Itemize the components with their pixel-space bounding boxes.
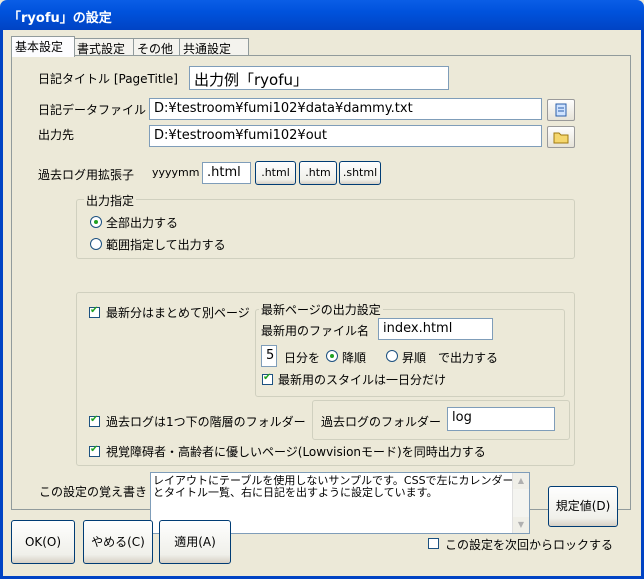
memo-scrollbar[interactable]: ▲ ▼ xyxy=(512,473,529,533)
order-asc-radio[interactable] xyxy=(386,350,398,362)
ext-label: 過去ログ用拡張子 xyxy=(38,168,135,182)
output-dir-field[interactable]: D:¥testroom¥fumi102¥out xyxy=(149,125,542,147)
ext-prefix: yyyymm xyxy=(152,166,200,179)
lowvision-checkbox[interactable] xyxy=(89,444,100,457)
latest-output-label: で出力する xyxy=(438,351,499,365)
output-spec-title: 出力指定 xyxy=(84,192,137,209)
latest-days-field[interactable]: 5 xyxy=(261,345,277,367)
latest-checkbox-label[interactable]: 最新分はまとめて別ページ xyxy=(106,304,250,321)
folder-icon xyxy=(553,132,569,144)
ok-button[interactable]: OK(O) xyxy=(11,520,75,564)
memo-label: この設定の覚え書き xyxy=(39,485,148,499)
diary-title-field[interactable]: 出力例「ryofu」 xyxy=(189,66,449,90)
lock-label[interactable]: この設定を次回からロックする xyxy=(445,536,613,553)
past-folder-label: 過去ログのフォルダー xyxy=(321,415,442,429)
diary-file-label: 日記データファイル xyxy=(38,103,147,117)
ext-field[interactable]: .html xyxy=(202,162,251,184)
latest-settings-title: 最新ページの出力設定 xyxy=(259,301,383,318)
latest-checkbox[interactable] xyxy=(89,305,100,318)
diary-title-label: 日記タイトル [PageTitle] xyxy=(38,72,178,86)
ext-shtml-button[interactable]: .shtml xyxy=(339,161,381,185)
past-folder-checkbox[interactable] xyxy=(89,414,100,427)
file-icon xyxy=(555,103,567,117)
ext-html-button[interactable]: .html xyxy=(255,161,296,185)
scroll-up-icon[interactable]: ▲ xyxy=(513,473,529,489)
cancel-button[interactable]: やめる(C) xyxy=(83,520,153,564)
apply-button[interactable]: 適用(A) xyxy=(159,520,231,564)
order-desc-label[interactable]: 降順 xyxy=(342,349,366,366)
order-asc-label[interactable]: 昇順 xyxy=(402,349,426,366)
diary-file-field[interactable]: D:¥testroom¥fumi102¥data¥dammy.txt xyxy=(149,98,542,120)
tab-panel-basic: 日記タイトル [PageTitle] 出力例「ryofu」 日記データファイル … xyxy=(11,55,631,534)
default-button[interactable]: 規定値(D) xyxy=(548,486,618,527)
output-range-radio[interactable] xyxy=(90,238,102,250)
output-range-label[interactable]: 範囲指定して出力する xyxy=(106,236,226,253)
dialog-body: 基本設定 書式設定 その他 共通設定 日記タイトル [PageTitle] 出力… xyxy=(0,30,644,579)
output-dir-label: 出力先 xyxy=(38,128,75,142)
memo-line-2: とタイトル一覧、右に日記を出すように設定しています。 xyxy=(153,486,438,499)
latest-style-label[interactable]: 最新用のスタイルは一日分だけ xyxy=(278,371,446,388)
output-all-label[interactable]: 全部出力する xyxy=(106,214,178,231)
browse-file-button[interactable] xyxy=(547,99,575,121)
tab-basic[interactable]: 基本設定 xyxy=(11,36,75,57)
output-all-radio[interactable] xyxy=(90,216,102,228)
past-folder-checkbox-label[interactable]: 過去ログは1つ下の階層のフォルダー xyxy=(106,413,306,430)
order-desc-radio[interactable] xyxy=(326,350,338,362)
window-title: 「ryofu」の設定 xyxy=(8,11,112,26)
latest-days-label: 日分を xyxy=(284,351,321,365)
past-folder-field[interactable]: log xyxy=(447,407,555,431)
lowvision-label[interactable]: 視覚障碍者・高齢者に優しいページ(Lowvisionモード)を同時出力する xyxy=(106,443,486,460)
latest-filename-field[interactable]: index.html xyxy=(378,318,493,340)
lock-checkbox[interactable] xyxy=(428,538,439,549)
browse-folder-button[interactable] xyxy=(547,126,575,148)
latest-filename-label: 最新用のファイル名 xyxy=(261,324,370,338)
scroll-down-icon[interactable]: ▼ xyxy=(513,517,529,533)
latest-style-checkbox[interactable] xyxy=(262,372,273,385)
ext-htm-button[interactable]: .htm xyxy=(299,161,337,185)
window-titlebar[interactable]: 「ryofu」の設定 xyxy=(0,0,644,30)
